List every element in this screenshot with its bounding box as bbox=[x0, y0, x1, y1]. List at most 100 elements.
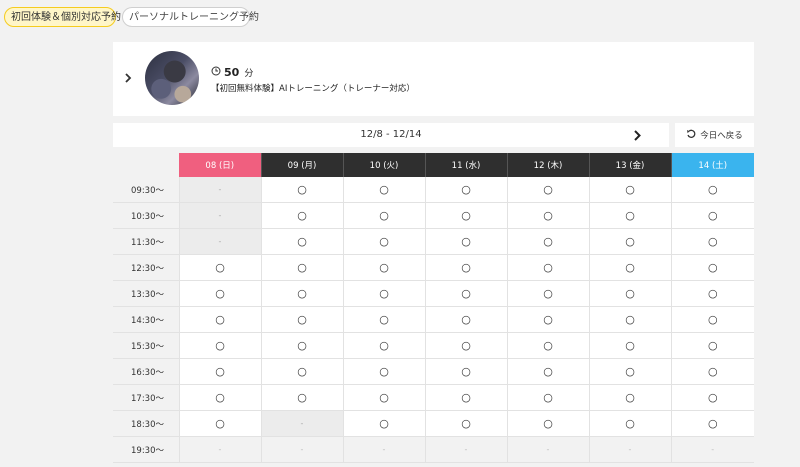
unavailable-slot: - bbox=[424, 436, 507, 463]
course-title: 【初回無料体験】AIトレーニング（トレーナー対応） bbox=[211, 84, 415, 94]
day-header: 10 (火) bbox=[342, 153, 425, 177]
available-slot[interactable]: ○ bbox=[506, 177, 589, 203]
available-slot[interactable]: ○ bbox=[506, 202, 589, 229]
available-slot[interactable]: ○ bbox=[424, 202, 507, 229]
duration-unit: 分 bbox=[244, 69, 254, 79]
time-row: 16:30〜 ○ ○ ○ ○ ○ ○ ○ bbox=[113, 358, 754, 385]
time-label: 13:30〜 bbox=[113, 280, 179, 307]
available-slot[interactable]: ○ bbox=[588, 280, 671, 307]
available-slot[interactable]: ○ bbox=[670, 280, 754, 307]
unavailable-slot: - bbox=[670, 436, 754, 463]
available-slot[interactable]: ○ bbox=[506, 306, 589, 333]
available-slot[interactable]: ○ bbox=[670, 228, 754, 255]
available-slot[interactable]: ○ bbox=[670, 202, 754, 229]
available-slot[interactable]: ○ bbox=[260, 306, 343, 333]
back-to-today-button[interactable]: 今日へ戻る bbox=[675, 123, 754, 147]
available-slot[interactable]: ○ bbox=[670, 358, 754, 385]
day-header: 09 (月) bbox=[260, 153, 343, 177]
available-slot[interactable]: ○ bbox=[178, 384, 261, 411]
available-slot[interactable]: ○ bbox=[424, 177, 507, 203]
available-slot[interactable]: ○ bbox=[178, 410, 261, 437]
available-slot[interactable]: ○ bbox=[424, 280, 507, 307]
available-slot[interactable]: ○ bbox=[424, 358, 507, 385]
available-slot[interactable]: ○ bbox=[178, 358, 261, 385]
schedule-table: 08 (日) 09 (月) 10 (火) 11 (水) 12 (木) 13 (金) 14 (… bbox=[113, 153, 754, 463]
time-label: 10:30〜 bbox=[113, 202, 179, 229]
tab-trial-reservation[interactable]: 初回体験＆個別対応予約 bbox=[4, 7, 121, 27]
available-slot[interactable]: ○ bbox=[588, 254, 671, 281]
available-slot[interactable]: ○ bbox=[260, 358, 343, 385]
available-slot[interactable]: ○ bbox=[670, 177, 754, 203]
time-label: 09:30〜 bbox=[113, 177, 179, 203]
available-slot[interactable]: ○ bbox=[670, 332, 754, 359]
available-slot[interactable]: ○ bbox=[342, 280, 425, 307]
available-slot[interactable]: ○ bbox=[506, 358, 589, 385]
available-slot[interactable]: ○ bbox=[342, 410, 425, 437]
available-slot[interactable]: ○ bbox=[260, 384, 343, 411]
available-slot[interactable]: ○ bbox=[424, 254, 507, 281]
available-slot[interactable]: ○ bbox=[342, 332, 425, 359]
available-slot[interactable]: ○ bbox=[670, 384, 754, 411]
day-header: 08 (日) bbox=[179, 153, 261, 177]
available-slot[interactable]: ○ bbox=[424, 410, 507, 437]
available-slot[interactable]: ○ bbox=[260, 254, 343, 281]
time-row: 09:30〜 - ○ ○ ○ ○ ○ ○ bbox=[113, 177, 754, 203]
available-slot[interactable]: ○ bbox=[506, 384, 589, 411]
available-slot[interactable]: ○ bbox=[342, 384, 425, 411]
unavailable-slot: - bbox=[178, 177, 261, 203]
day-header-row: 08 (日) 09 (月) 10 (火) 11 (水) 12 (木) 13 (金) 14 (… bbox=[113, 153, 754, 177]
available-slot[interactable]: ○ bbox=[178, 280, 261, 307]
available-slot[interactable]: ○ bbox=[506, 410, 589, 437]
tab-personal-training[interactable]: パーソナルトレーニング予約 bbox=[122, 7, 259, 27]
available-slot[interactable]: ○ bbox=[588, 410, 671, 437]
time-label: 17:30〜 bbox=[113, 384, 179, 411]
available-slot[interactable]: ○ bbox=[424, 332, 507, 359]
available-slot[interactable]: ○ bbox=[178, 306, 261, 333]
available-slot[interactable]: ○ bbox=[342, 306, 425, 333]
available-slot[interactable]: ○ bbox=[588, 384, 671, 411]
available-slot[interactable]: ○ bbox=[342, 228, 425, 255]
available-slot[interactable]: ○ bbox=[178, 254, 261, 281]
available-slot[interactable]: ○ bbox=[588, 332, 671, 359]
unavailable-slot: - bbox=[178, 228, 261, 255]
available-slot[interactable]: ○ bbox=[506, 332, 589, 359]
time-label: 18:30〜 bbox=[113, 410, 179, 437]
unavailable-slot: - bbox=[506, 436, 589, 463]
available-slot[interactable]: ○ bbox=[260, 332, 343, 359]
time-label: 19:30〜 bbox=[113, 436, 179, 463]
available-slot[interactable]: ○ bbox=[588, 228, 671, 255]
available-slot[interactable]: ○ bbox=[342, 358, 425, 385]
unavailable-slot: - bbox=[588, 436, 671, 463]
available-slot[interactable]: ○ bbox=[260, 177, 343, 203]
available-slot[interactable]: ○ bbox=[424, 228, 507, 255]
next-week-icon[interactable] bbox=[631, 128, 643, 142]
unavailable-slot: - bbox=[342, 436, 425, 463]
unavailable-slot: - bbox=[260, 436, 343, 463]
available-slot[interactable]: ○ bbox=[260, 228, 343, 255]
undo-icon bbox=[686, 129, 696, 142]
available-slot[interactable]: ○ bbox=[342, 202, 425, 229]
available-slot[interactable]: ○ bbox=[506, 280, 589, 307]
available-slot[interactable]: ○ bbox=[588, 306, 671, 333]
day-header: 11 (水) bbox=[424, 153, 507, 177]
available-slot[interactable]: ○ bbox=[506, 228, 589, 255]
day-header: 12 (木) bbox=[506, 153, 589, 177]
unavailable-slot: - bbox=[260, 410, 343, 437]
available-slot[interactable]: ○ bbox=[424, 384, 507, 411]
time-label: 12:30〜 bbox=[113, 254, 179, 281]
available-slot[interactable]: ○ bbox=[342, 254, 425, 281]
available-slot[interactable]: ○ bbox=[424, 306, 507, 333]
available-slot[interactable]: ○ bbox=[178, 332, 261, 359]
available-slot[interactable]: ○ bbox=[588, 358, 671, 385]
available-slot[interactable]: ○ bbox=[588, 177, 671, 203]
available-slot[interactable]: ○ bbox=[260, 280, 343, 307]
available-slot[interactable]: ○ bbox=[342, 177, 425, 203]
time-row: 11:30〜 - ○ ○ ○ ○ ○ ○ bbox=[113, 228, 754, 255]
available-slot[interactable]: ○ bbox=[670, 306, 754, 333]
chevron-right-icon[interactable] bbox=[121, 70, 135, 86]
available-slot[interactable]: ○ bbox=[670, 410, 754, 437]
available-slot[interactable]: ○ bbox=[260, 202, 343, 229]
available-slot[interactable]: ○ bbox=[588, 202, 671, 229]
available-slot[interactable]: ○ bbox=[670, 254, 754, 281]
available-slot[interactable]: ○ bbox=[506, 254, 589, 281]
